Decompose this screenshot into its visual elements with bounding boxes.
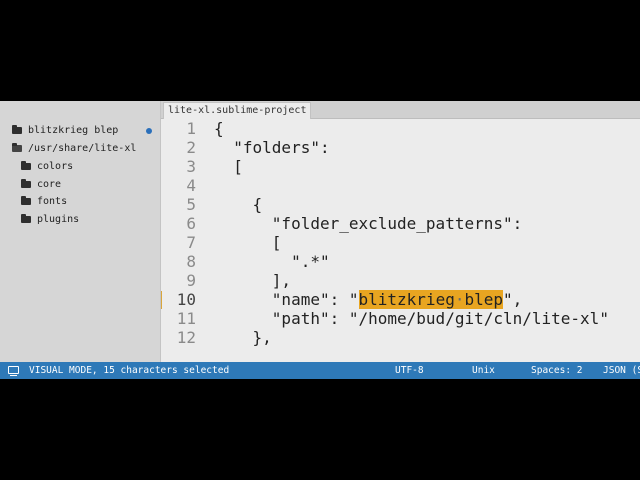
line-number-current: 10	[176, 290, 196, 309]
line-number: 8	[186, 252, 196, 271]
line-number: 5	[186, 195, 196, 214]
tree-item-fonts[interactable]: fonts	[21, 193, 67, 210]
line-number: 1	[186, 119, 196, 138]
folder-icon	[21, 161, 31, 170]
editor-window: blitzkrieg blep /usr/share/lite-xl color…	[0, 101, 640, 379]
tree-item-label: core	[37, 179, 62, 190]
status-bar: VISUAL MODE, 15 characters selected UTF-…	[0, 362, 640, 379]
code-line: ],	[214, 271, 292, 290]
file-tree-sidebar: blitzkrieg blep /usr/share/lite-xl color…	[0, 101, 161, 362]
tree-item-label: colors	[37, 161, 74, 172]
tree-item-project[interactable]: blitzkrieg blep	[12, 122, 118, 139]
line-number: 7	[186, 233, 196, 252]
tree-item-label: fonts	[37, 196, 68, 207]
indent-status[interactable]: Spaces: 2	[531, 362, 582, 379]
tree-item-label: plugins	[37, 214, 80, 225]
tab-bar: lite-xl.sublime-project	[161, 101, 640, 119]
code-line: "folder_exclude_patterns":	[214, 214, 523, 233]
tree-item-label: blitzkrieg blep	[28, 125, 119, 136]
line-number: 2	[186, 138, 196, 157]
code-editor[interactable]: 1 2 3 4 5 6 7 8 9 10 11 12 { "folders": …	[161, 119, 640, 362]
code-line: {	[214, 195, 263, 214]
tree-item-plugins[interactable]: plugins	[21, 211, 79, 228]
code-text: "name": "	[214, 290, 359, 309]
code-line: ".*"	[214, 252, 330, 271]
tree-item-core[interactable]: core	[21, 176, 61, 193]
line-number-gutter: 1 2 3 4 5 6 7 8 9 10 11 12	[161, 119, 201, 362]
code-line: "path": "/home/bud/git/cln/lite-xl"	[214, 309, 609, 328]
code-area[interactable]: { "folders": [ { "folder_exclude_pattern…	[214, 119, 640, 362]
code-line: },	[214, 328, 272, 347]
tab-project-file[interactable]: lite-xl.sublime-project	[163, 102, 312, 119]
line-number: 9	[186, 271, 196, 290]
encoding-status[interactable]: UTF-8	[395, 362, 424, 379]
folder-icon	[21, 214, 31, 223]
modified-dot-icon	[146, 128, 152, 134]
folder-icon	[12, 125, 22, 134]
tree-item-label: /usr/share/lite-xl	[28, 143, 137, 154]
current-line-marker	[161, 291, 162, 309]
line-number: 4	[186, 176, 196, 195]
line-ending-status[interactable]: Unix	[472, 362, 495, 379]
code-line-current: "name": "blitzkrieg·blep",	[214, 290, 522, 309]
code-text: ",	[503, 290, 523, 309]
folder-open-icon	[12, 143, 22, 152]
selection-part: blitzkrieg	[358, 290, 455, 309]
code-line: "folders":	[214, 138, 330, 157]
code-line: [	[214, 157, 243, 176]
folder-icon	[21, 196, 31, 205]
mode-status: VISUAL MODE, 15 characters selected	[29, 365, 230, 376]
selection-text[interactable]: blitzkrieg·blep	[358, 290, 503, 309]
tree-item-colors[interactable]: colors	[21, 158, 73, 175]
line-number: 3	[186, 157, 196, 176]
code-line: {	[214, 119, 224, 138]
language-status[interactable]: JSON (S	[603, 362, 640, 379]
code-line: [	[214, 233, 282, 252]
selection-part: blep	[464, 290, 503, 309]
terminal-icon[interactable]	[8, 366, 19, 376]
folder-icon	[21, 179, 31, 188]
line-number: 12	[176, 328, 196, 347]
tree-item-root[interactable]: /usr/share/lite-xl	[12, 140, 136, 157]
line-number: 6	[186, 214, 196, 233]
line-number: 11	[176, 309, 196, 328]
